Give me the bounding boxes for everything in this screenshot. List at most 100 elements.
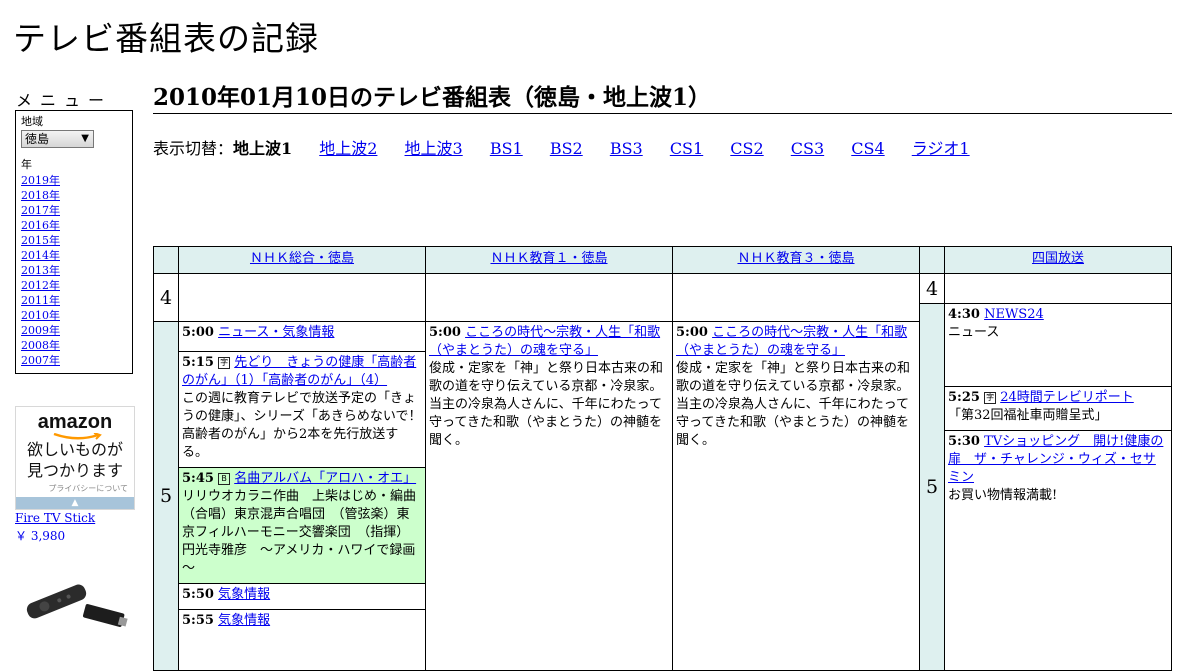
year-link[interactable]: 2016年 bbox=[21, 219, 60, 232]
region-select-value: 徳島 bbox=[25, 132, 50, 146]
program-time: 5:45 bbox=[182, 471, 214, 486]
sidebar-menu: 地域 徳島 ▼ 年 2019年 2018年 2017年 2016年 2015年 … bbox=[15, 110, 133, 374]
channel-header: ＮＨＫ教育３・徳島 bbox=[672, 246, 920, 274]
program-description: この週に教育テレビで放送予定の「きょうの健康」、シリーズ「あきらめないで！高齢者… bbox=[182, 391, 422, 460]
switch-link-terrestrial3[interactable]: 地上波3 bbox=[405, 139, 463, 158]
year-link[interactable]: 2010年 bbox=[21, 309, 60, 322]
switch-link-cs1[interactable]: CS1 bbox=[670, 139, 703, 158]
chevron-up-icon: ▲ bbox=[71, 498, 79, 508]
program-slot: 5:00 こころの時代～宗教・人生「和歌（やまとうた）の魂を守る」 俊成・定家を… bbox=[425, 321, 673, 671]
program-time: 5:15 bbox=[182, 355, 214, 370]
year-link[interactable]: 2014年 bbox=[21, 249, 60, 262]
hour-label: 5 bbox=[925, 476, 939, 498]
year-link[interactable]: 2017年 bbox=[21, 204, 60, 217]
program-title-link[interactable]: 24時間テレビリポート bbox=[1000, 390, 1134, 405]
dropdown-arrow-icon: ▼ bbox=[81, 133, 89, 144]
site-title: テレビ番組表の記録 bbox=[13, 19, 319, 58]
year-link[interactable]: 2008年 bbox=[21, 339, 60, 352]
channel-header: ＮＨＫ教育１・徳島 bbox=[425, 246, 673, 274]
hour-label: 4 bbox=[925, 277, 939, 300]
subtitle-icon: 字 bbox=[984, 392, 997, 404]
year-link[interactable]: 2009年 bbox=[21, 324, 60, 337]
amazon-logo: amazon bbox=[37, 411, 113, 433]
program-time: 5:55 bbox=[182, 613, 214, 628]
channel-link-nhk-kyoiku1[interactable]: ＮＨＫ教育１・徳島 bbox=[490, 251, 607, 266]
region-select[interactable]: 徳島 ▼ bbox=[21, 130, 94, 148]
program-slot: 5:50 気象情報 bbox=[178, 583, 426, 610]
switch-link-cs2[interactable]: CS2 bbox=[730, 139, 763, 158]
year-link[interactable]: 2013年 bbox=[21, 264, 60, 277]
ad-text-line1: 欲しいものが bbox=[26, 440, 123, 459]
channel-link-nhk-kyoiku3[interactable]: ＮＨＫ教育３・徳島 bbox=[737, 251, 854, 266]
program-title-link[interactable]: 気象情報 bbox=[218, 613, 270, 628]
program-time: 5:25 bbox=[948, 390, 980, 405]
hour-label: 4 bbox=[159, 286, 173, 309]
corner-cell bbox=[919, 246, 945, 274]
program-title-link[interactable]: こころの時代～宗教・人生「和歌（やまとうた）の魂を守る」 bbox=[676, 325, 907, 358]
program-description: リリウオカラニ作曲 上柴はじめ・編曲 （合唱）東京混声合唱団 （管弦楽）東京フィ… bbox=[182, 489, 430, 576]
program-slot: 5:00 ニュース・気象情報 bbox=[178, 321, 426, 352]
channel-header: 四国放送 bbox=[944, 246, 1172, 274]
ad-text: 欲しいものが 見つかります bbox=[16, 439, 134, 481]
region-label: 地域 bbox=[21, 115, 43, 128]
program-description: ニュース bbox=[948, 325, 1000, 340]
ad-text-line2: 見つかります bbox=[26, 461, 123, 480]
channel-link-nhk-sogo[interactable]: ＮＨＫ総合・徳島 bbox=[250, 251, 354, 266]
switch-link-radio1[interactable]: ラジオ1 bbox=[912, 139, 970, 158]
program-time: 5:50 bbox=[182, 587, 214, 602]
program-title-link[interactable]: 名曲アルバム「アロハ・オエ」 bbox=[234, 471, 416, 486]
year-link[interactable]: 2018年 bbox=[21, 189, 60, 202]
stereo-icon: B bbox=[218, 473, 231, 485]
program-time: 5:00 bbox=[182, 325, 214, 340]
fire-tv-stick-image[interactable] bbox=[22, 568, 130, 630]
program-description: お買い物情報満載! bbox=[948, 488, 1058, 503]
program-slot: 5:25 字 24時間テレビリポート 「第32回福祉車両贈呈式」 bbox=[944, 386, 1172, 431]
switch-link-cs4[interactable]: CS4 bbox=[851, 139, 884, 158]
program-slot: 4:30 NEWS24 ニュース bbox=[944, 303, 1172, 387]
switch-link-bs3[interactable]: BS3 bbox=[610, 139, 643, 158]
program-time: 5:00 bbox=[429, 325, 461, 340]
program-description: 俊成・定家を「神」と祭り日本古来の和歌の道を守り伝えている京都・冷泉家。当主の冷… bbox=[676, 361, 911, 448]
program-time: 5:30 bbox=[948, 434, 980, 449]
switcher-label: 表示切替： bbox=[153, 139, 234, 158]
switch-link-bs1[interactable]: BS1 bbox=[490, 139, 523, 158]
program-title-link[interactable]: TVショッピング 開け!健康の扉 ザ・チャレンジ・ウィズ・セサミン bbox=[948, 434, 1163, 485]
schedule-grid: ＮＨＫ総合・徳島 ＮＨＫ教育１・徳島 ＮＨＫ教育３・徳島 四国放送 4 4 5 … bbox=[153, 246, 1172, 671]
year-list: 2019年 2018年 2017年 2016年 2015年 2014年 2013… bbox=[21, 173, 127, 368]
program-title-link[interactable]: こころの時代～宗教・人生「和歌（やまとうた）の魂を守る」 bbox=[429, 325, 660, 358]
program-title-link[interactable]: NEWS24 bbox=[984, 307, 1044, 322]
hour-cell: 5 bbox=[919, 303, 945, 671]
channel-header: ＮＨＫ総合・徳島 bbox=[178, 246, 426, 274]
switch-link-terrestrial2[interactable]: 地上波2 bbox=[319, 139, 377, 158]
empty-slot bbox=[425, 273, 673, 322]
ad-privacy-note[interactable]: プライバシーについて bbox=[48, 483, 128, 494]
switch-link-bs2[interactable]: BS2 bbox=[550, 139, 583, 158]
year-link[interactable]: 2011年 bbox=[21, 294, 60, 307]
empty-slot bbox=[178, 273, 426, 322]
program-slot-highlighted: 5:45 B 名曲アルバム「アロハ・オエ」 リリウオカラニ作曲 上柴はじめ・編曲… bbox=[178, 467, 430, 584]
empty-slot bbox=[944, 273, 1172, 304]
year-link[interactable]: 2007年 bbox=[21, 354, 60, 367]
program-title-link[interactable]: 気象情報 bbox=[218, 587, 270, 602]
product-price: ￥ 3,980 bbox=[15, 529, 66, 543]
subtitle-icon: 字 bbox=[218, 357, 231, 369]
program-time: 4:30 bbox=[948, 307, 980, 322]
program-description: 俊成・定家を「神」と祭り日本古来の和歌の道を守り伝えている京都・冷泉家。当主の冷… bbox=[429, 361, 664, 448]
year-link[interactable]: 2015年 bbox=[21, 234, 60, 247]
year-link[interactable]: 2019年 bbox=[21, 174, 60, 187]
menu-title: メニュー bbox=[16, 91, 113, 110]
program-time: 5:00 bbox=[676, 325, 708, 340]
program-description: 「第32回福祉車両贈呈式」 bbox=[948, 408, 1108, 423]
product-name-link[interactable]: Fire TV Stick bbox=[15, 511, 95, 525]
hour-cell: 5 bbox=[153, 321, 179, 671]
channel-link-shikoku[interactable]: 四国放送 bbox=[1032, 251, 1084, 266]
year-label: 年 bbox=[21, 158, 32, 171]
hour-label: 5 bbox=[159, 485, 173, 507]
amazon-ad[interactable]: amazon 欲しいものが 見つかります プライバシーについて ▲ bbox=[15, 406, 135, 510]
ad-collapse-bar[interactable]: ▲ bbox=[16, 497, 134, 509]
year-link[interactable]: 2012年 bbox=[21, 279, 60, 292]
corner-cell bbox=[153, 246, 179, 274]
program-title-link[interactable]: ニュース・気象情報 bbox=[218, 325, 334, 340]
switch-link-cs3[interactable]: CS3 bbox=[791, 139, 824, 158]
page-heading: 2010年01月10日のテレビ番組表（徳島・地上波1） bbox=[153, 84, 1172, 114]
